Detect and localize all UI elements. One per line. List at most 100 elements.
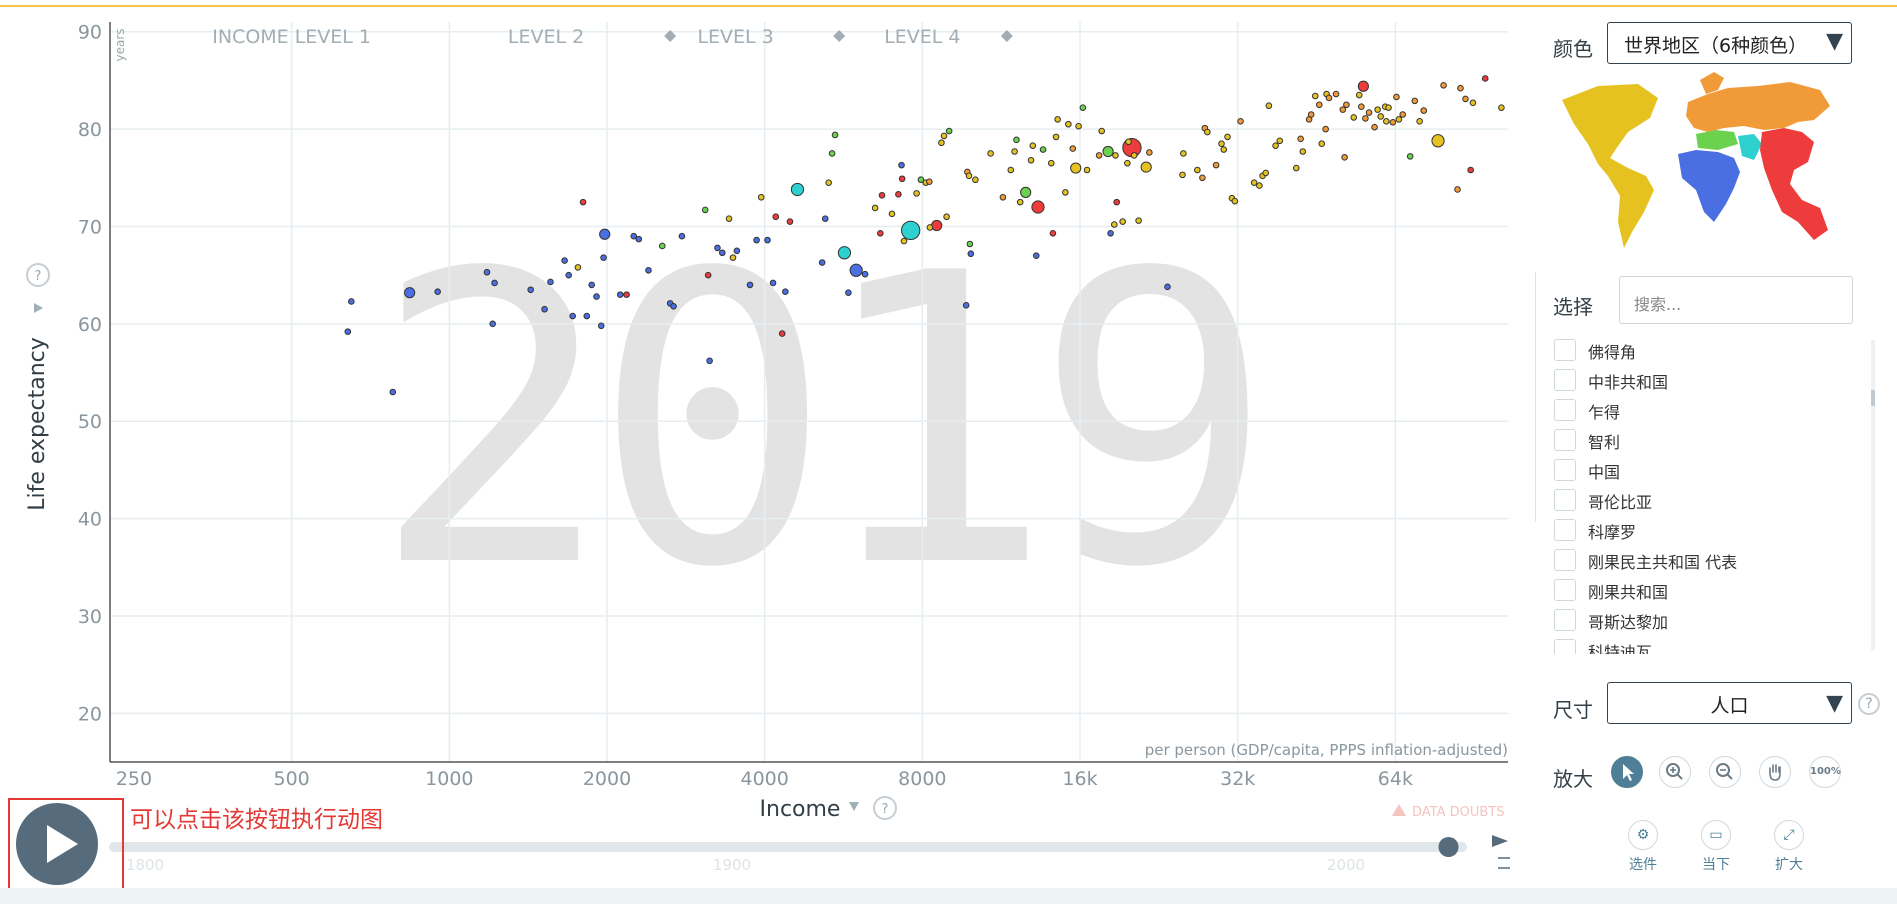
country-bubble xyxy=(1457,84,1464,92)
country-bubble xyxy=(483,268,491,276)
size-select[interactable]: 人口 ▼ xyxy=(1607,682,1852,724)
country-bubble xyxy=(599,228,611,240)
world-map-legend[interactable] xyxy=(1558,72,1838,252)
checkbox[interactable] xyxy=(1554,609,1576,631)
country-bubble xyxy=(845,289,852,296)
search-input[interactable]: 搜索... xyxy=(1619,276,1853,324)
checkbox[interactable] xyxy=(1554,549,1576,571)
x-tick-label: 8000 xyxy=(898,768,946,790)
expand-button[interactable]: ⤢ 扩大 xyxy=(1754,820,1824,874)
country-bubble xyxy=(658,242,666,250)
country-bubble xyxy=(1102,145,1114,158)
pointer-tool-button[interactable] xyxy=(1611,756,1643,788)
country-bubble xyxy=(888,210,896,218)
country-bubble xyxy=(1095,152,1103,159)
country-item[interactable]: 哥伦比亚 xyxy=(1553,486,1853,516)
country-bubble xyxy=(588,281,596,289)
checkbox[interactable] xyxy=(1554,399,1576,421)
y-unit-label: years xyxy=(113,28,127,61)
size-help-icon[interactable]: ? xyxy=(1858,693,1880,715)
country-bubble xyxy=(1469,99,1477,107)
timeline-handle xyxy=(1438,837,1459,857)
country-bubble xyxy=(729,254,737,261)
country-bubble xyxy=(1029,142,1037,149)
y-tick-label: 50 xyxy=(78,411,102,433)
checkbox[interactable] xyxy=(1554,519,1576,541)
region-central-asia xyxy=(1696,130,1738,150)
country-bubble xyxy=(1395,116,1403,123)
country-bubble xyxy=(597,322,605,330)
color-select[interactable]: 世界地区（6种颜色） ▼ xyxy=(1607,22,1852,64)
zoom-label: 放大 xyxy=(1553,767,1593,791)
country-bubble xyxy=(1318,140,1326,148)
country-item[interactable]: 刚果民主共和国 代表 xyxy=(1553,546,1853,576)
timeline[interactable]: 1800 1900 2000 xyxy=(109,835,1510,874)
country-bubble xyxy=(583,312,591,320)
presentation-icon: ▭ xyxy=(1701,820,1731,850)
checkbox[interactable] xyxy=(1554,579,1576,601)
pan-button[interactable] xyxy=(1759,756,1791,788)
country-bubble xyxy=(757,193,765,201)
country-item[interactable]: 科摩罗 xyxy=(1553,516,1853,546)
checkbox[interactable] xyxy=(1554,639,1576,654)
scrollbar-thumb[interactable] xyxy=(1871,390,1875,406)
chevron-down-icon: ▼ xyxy=(1826,29,1843,54)
country-bubble xyxy=(1292,164,1300,172)
country-item[interactable]: 智利 xyxy=(1553,426,1853,456)
country-bubble xyxy=(1454,186,1461,193)
checkbox[interactable] xyxy=(1554,369,1576,391)
country-bubble xyxy=(962,302,970,309)
zoom-out-button[interactable] xyxy=(1709,756,1741,788)
country-bubble xyxy=(1075,122,1082,130)
country-bubble xyxy=(701,206,709,214)
country-bubble xyxy=(616,291,624,298)
country-item[interactable]: 科特迪瓦 xyxy=(1553,636,1853,654)
country-bubble xyxy=(790,182,805,197)
country-bubble xyxy=(714,244,721,252)
zoom-in-button[interactable] xyxy=(1659,756,1691,788)
checkbox[interactable] xyxy=(1554,489,1576,511)
play-button[interactable] xyxy=(16,803,98,885)
checkbox[interactable] xyxy=(1554,459,1576,481)
country-bubble xyxy=(1231,197,1239,205)
country-bubble xyxy=(1113,198,1121,206)
country-bubble xyxy=(828,150,836,157)
country-bubble xyxy=(1307,111,1315,118)
country-item[interactable]: 乍得 xyxy=(1553,396,1853,426)
present-button[interactable]: ▭ 当下 xyxy=(1681,820,1751,874)
country-item[interactable]: 中非共和国 xyxy=(1553,366,1853,396)
country-bubble xyxy=(987,150,994,157)
country-list-scrollbar[interactable] xyxy=(1871,340,1875,650)
color-label: 颜色 xyxy=(1553,37,1593,61)
country-item[interactable]: 刚果共和国 xyxy=(1553,576,1853,606)
country-bubble xyxy=(1218,140,1225,148)
country-bubble xyxy=(1130,152,1138,159)
country-item[interactable]: 哥斯达黎加 xyxy=(1553,606,1853,636)
country-bubble xyxy=(733,247,741,255)
zoom-reset-button[interactable]: 100% xyxy=(1809,756,1841,788)
country-bubble xyxy=(772,213,780,221)
country-bubble xyxy=(635,235,643,243)
country-bubble xyxy=(1110,221,1118,228)
country-bubble xyxy=(404,287,416,299)
country-bubble xyxy=(527,286,534,294)
x-tick-label: 250 xyxy=(116,768,152,790)
country-bubble xyxy=(965,172,973,180)
country-bubble xyxy=(1179,171,1186,179)
checkbox[interactable] xyxy=(1554,429,1576,451)
country-bubble xyxy=(1062,189,1069,196)
checkbox[interactable] xyxy=(1554,339,1576,361)
country-bubble xyxy=(878,192,886,199)
country-bubble xyxy=(1299,148,1307,155)
country-item[interactable]: 中国 xyxy=(1553,456,1853,486)
y-tick-label: 90 xyxy=(78,22,102,44)
options-button[interactable]: ⚙ 选件 xyxy=(1608,820,1678,874)
country-bubble xyxy=(670,303,677,310)
country-bubble xyxy=(1049,229,1057,237)
country-bubble xyxy=(1498,104,1505,111)
country-item[interactable]: 佛得角 xyxy=(1553,336,1853,366)
country-bubble xyxy=(1212,161,1220,169)
country-bubble xyxy=(972,176,979,184)
country-bubble xyxy=(1020,186,1032,198)
country-bubble xyxy=(1146,149,1153,156)
